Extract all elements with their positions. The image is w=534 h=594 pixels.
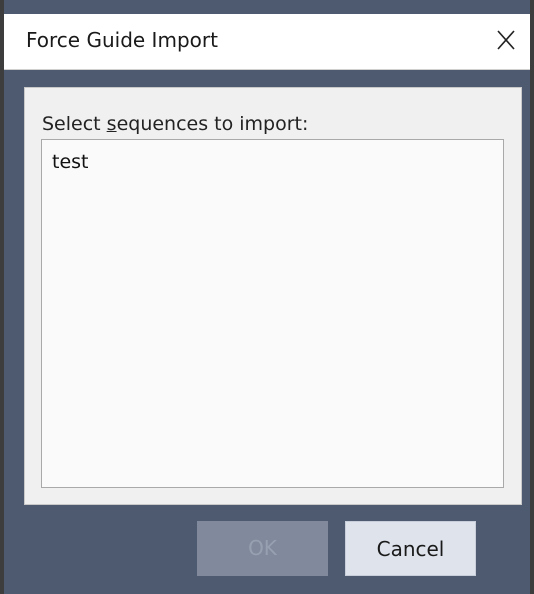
cancel-button[interactable]: Cancel — [345, 521, 476, 576]
ok-button[interactable]: OK — [197, 521, 328, 576]
sequences-label: Select sequences to import: — [42, 113, 309, 135]
window-title: Force Guide Import — [26, 28, 218, 52]
title-bar[interactable]: Force Guide Import — [4, 14, 530, 70]
sequences-list[interactable]: test — [41, 139, 504, 488]
close-icon — [497, 30, 515, 50]
close-button[interactable] — [484, 14, 528, 68]
content-panel: Select sequences to import: test — [24, 87, 522, 505]
list-item[interactable]: test — [52, 151, 89, 173]
